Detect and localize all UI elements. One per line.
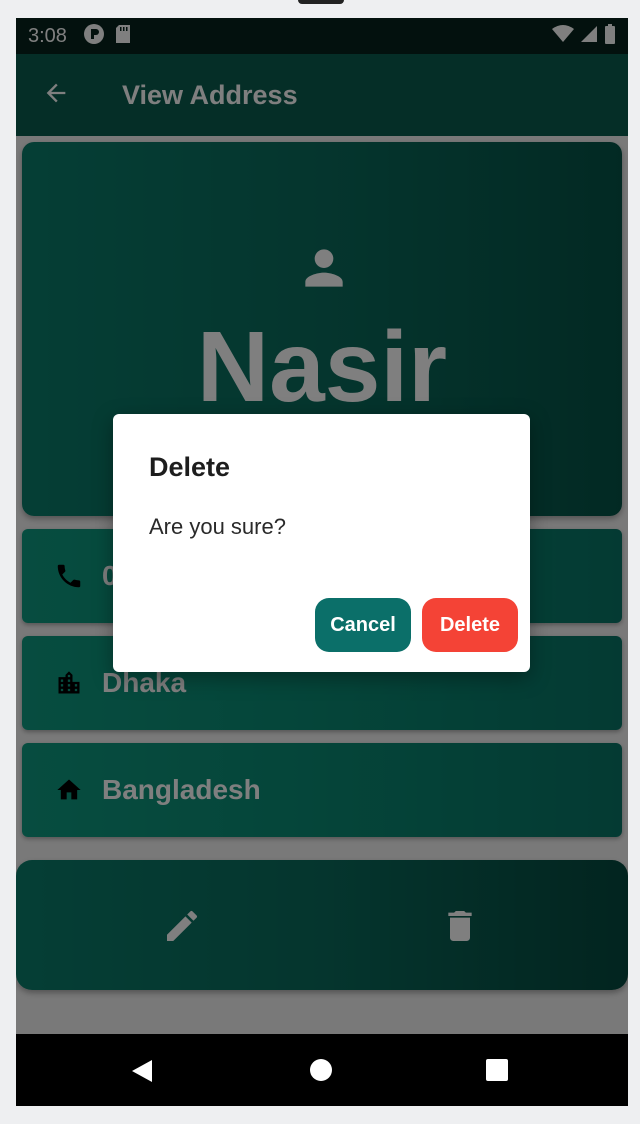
delete-dialog: Delete Are you sure? Cancel Delete [113, 414, 530, 672]
camera-notch [298, 0, 344, 4]
nav-home-icon[interactable] [310, 1059, 332, 1081]
system-nav-bar [16, 1034, 628, 1106]
phone-screen: 3:08 View Address [16, 18, 628, 1106]
confirm-delete-button[interactable]: Delete [422, 598, 518, 652]
nav-recents-icon[interactable] [486, 1059, 508, 1081]
dialog-message: Are you sure? [149, 514, 286, 539]
dialog-title: Delete [149, 452, 231, 482]
cancel-button[interactable]: Cancel [315, 598, 411, 652]
nav-back-icon[interactable] [130, 1058, 154, 1089]
